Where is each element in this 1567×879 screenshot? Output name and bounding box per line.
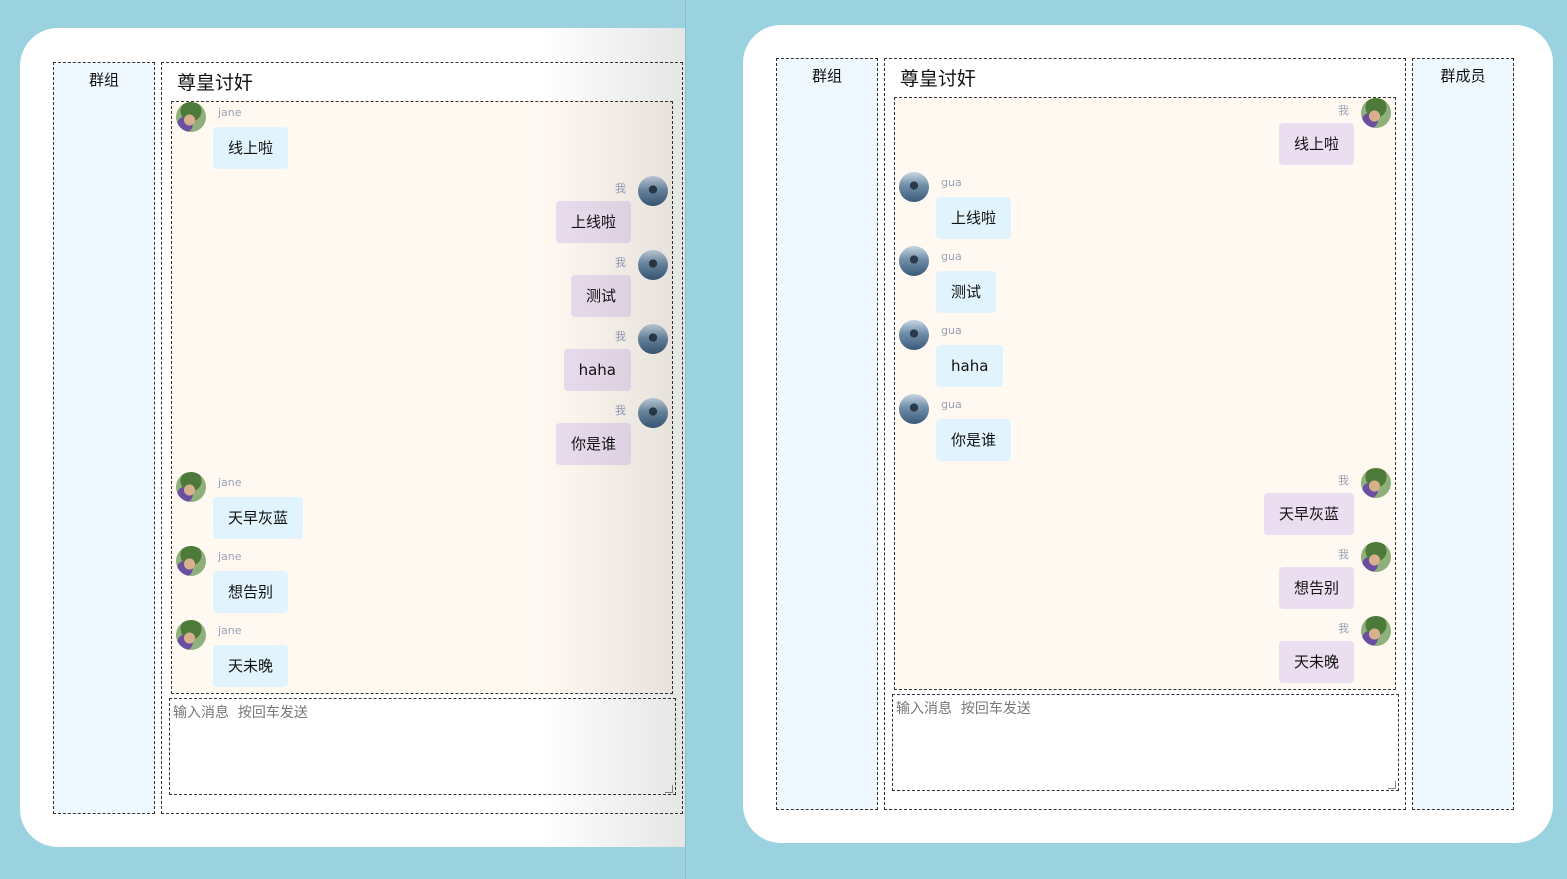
- chat-window-left: 群组 尊皇讨奸 jane 线上啦我上线啦我测试我 haha 我你是谁 jane 天早灰蓝 j…: [20, 28, 710, 847]
- message-bubble: 天未晚: [213, 645, 289, 687]
- message-bubble: 线上啦: [213, 127, 289, 169]
- message-bubble: 上线啦: [555, 201, 631, 243]
- jane-avatar[interactable]: [176, 620, 206, 650]
- sender-name: jane: [218, 624, 242, 637]
- jane-avatar[interactable]: [176, 546, 206, 576]
- jane-avatar[interactable]: [1361, 616, 1391, 646]
- sender-name: gua: [941, 398, 962, 411]
- message-item: 我 haha: [178, 324, 668, 398]
- message-bubble: 测试: [570, 275, 631, 317]
- room-title: 尊皇讨奸: [177, 72, 254, 94]
- gua-avatar[interactable]: [638, 250, 668, 280]
- message-bubble: 天早灰蓝: [213, 497, 304, 539]
- sender-name: 我: [1338, 548, 1349, 561]
- group-sidebar-title: 群组: [811, 67, 842, 85]
- message-item: gua 测试: [899, 246, 1389, 320]
- message-input[interactable]: [169, 698, 676, 795]
- jane-avatar[interactable]: [176, 472, 206, 502]
- message-input[interactable]: [892, 694, 1399, 791]
- message-bubble: 测试: [936, 271, 997, 313]
- message-item: 我天未晚: [901, 616, 1391, 689]
- message-item: 我你是谁: [178, 398, 668, 472]
- message-bubble: 想告别: [213, 571, 289, 613]
- gua-avatar[interactable]: [899, 172, 929, 202]
- sender-name: 我: [1338, 622, 1349, 635]
- message-bubble: 上线啦: [936, 197, 1012, 239]
- message-item: 我上线啦: [178, 176, 668, 250]
- message-item: gua haha: [899, 320, 1389, 394]
- resize-handle-icon[interactable]: [1388, 781, 1396, 789]
- message-bubble: 线上啦: [1278, 123, 1354, 165]
- message-item: gua 你是谁: [899, 394, 1389, 468]
- sender-name: 我: [615, 256, 626, 269]
- group-sidebar: 群组: [53, 62, 155, 814]
- sender-name: 我: [615, 404, 626, 417]
- window-divider: [685, 0, 743, 879]
- message-bubble: haha: [936, 345, 1004, 387]
- gua-avatar[interactable]: [638, 398, 668, 428]
- jane-avatar[interactable]: [176, 102, 206, 132]
- gua-avatar[interactable]: [899, 394, 929, 424]
- message-bubble: 天早灰蓝: [1263, 493, 1354, 535]
- gua-avatar[interactable]: [638, 176, 668, 206]
- message-item: 我天早灰蓝: [901, 468, 1391, 542]
- message-list[interactable]: 我线上啦 gua 上线啦 gua 测试 gua haha gua 你是谁我天早灰蓝我想告别我天未…: [894, 97, 1396, 690]
- message-bubble: 想告别: [1278, 567, 1354, 609]
- gua-avatar[interactable]: [638, 324, 668, 354]
- sender-name: jane: [218, 106, 242, 119]
- group-sidebar: 群组: [776, 58, 878, 810]
- jane-avatar[interactable]: [1361, 98, 1391, 128]
- message-item: jane 想告别: [176, 546, 666, 620]
- jane-avatar[interactable]: [1361, 542, 1391, 572]
- message-item: 我测试: [178, 250, 668, 324]
- message-item: 我想告别: [901, 542, 1391, 616]
- chat-main-panel: 尊皇讨奸 我线上啦 gua 上线啦 gua 测试 gua haha gua 你是谁我天早灰蓝我想…: [884, 58, 1406, 810]
- sender-name: gua: [941, 176, 962, 189]
- message-bubble: haha: [563, 349, 631, 391]
- message-item: jane 线上啦: [176, 102, 666, 176]
- chat-main-panel: 尊皇讨奸 jane 线上啦我上线啦我测试我 haha 我你是谁 jane 天早灰蓝 jane…: [161, 62, 683, 814]
- sender-name: 我: [615, 330, 626, 343]
- resize-handle-icon[interactable]: [665, 785, 673, 793]
- sender-name: 我: [1338, 474, 1349, 487]
- gua-avatar[interactable]: [899, 320, 929, 350]
- sender-name: gua: [941, 324, 962, 337]
- chat-window-right: 群组 尊皇讨奸 我线上啦 gua 上线啦 gua 测试 gua haha gua 你是谁我天早灰…: [743, 25, 1553, 843]
- sender-name: jane: [218, 550, 242, 563]
- sender-name: 我: [1338, 104, 1349, 117]
- message-item: 我线上啦: [901, 98, 1391, 172]
- room-title: 尊皇讨奸: [900, 68, 977, 90]
- message-item: jane 天未晚: [176, 620, 666, 693]
- message-bubble: 你是谁: [936, 419, 1012, 461]
- jane-avatar[interactable]: [1361, 468, 1391, 498]
- message-bubble: 天未晚: [1278, 641, 1354, 683]
- members-sidebar: 群成员: [1412, 58, 1514, 810]
- gua-avatar[interactable]: [899, 246, 929, 276]
- sender-name: gua: [941, 250, 962, 263]
- message-item: jane 天早灰蓝: [176, 472, 666, 546]
- members-sidebar-title: 群成员: [1440, 67, 1486, 85]
- group-sidebar-title: 群组: [88, 71, 119, 89]
- sender-name: 我: [615, 182, 626, 195]
- message-bubble: 你是谁: [555, 423, 631, 465]
- message-item: gua 上线啦: [899, 172, 1389, 246]
- sender-name: jane: [218, 476, 242, 489]
- message-list[interactable]: jane 线上啦我上线啦我测试我 haha 我你是谁 jane 天早灰蓝 jane 想告别 ja…: [171, 101, 673, 694]
